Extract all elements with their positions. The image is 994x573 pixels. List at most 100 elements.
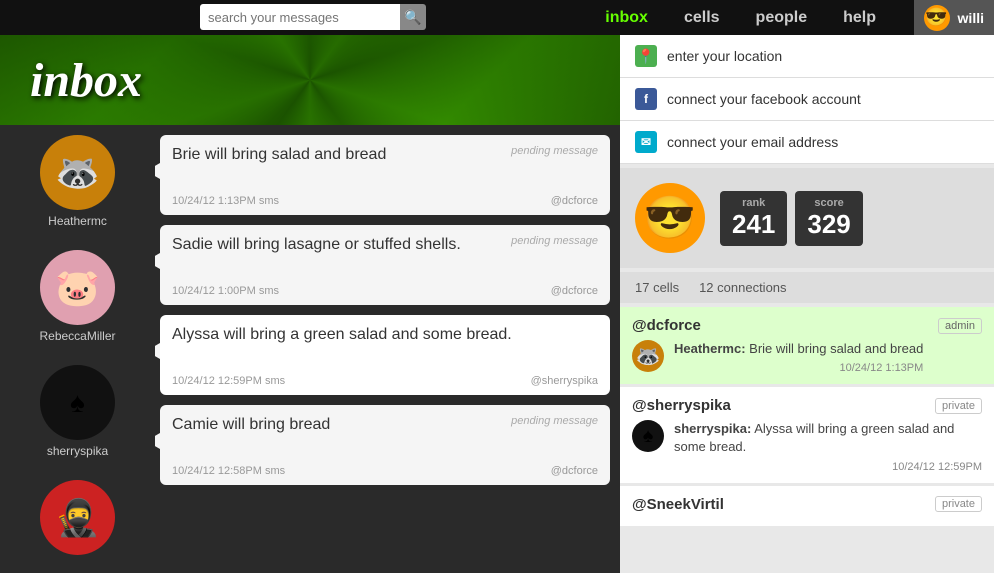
- msg-time-4: 10/24/12 12:58PM sms: [172, 465, 285, 477]
- cell-dcforce-body: Brie will bring salad and bread: [749, 341, 923, 356]
- connect-section: 📍 enter your location f connect your fac…: [620, 35, 994, 164]
- msg-footer-3: 10/24/12 12:59PM sms @sherryspika: [172, 375, 598, 387]
- nav-people[interactable]: people: [738, 0, 826, 35]
- cell-dcforce-badge: admin: [938, 318, 982, 334]
- score-label: score: [807, 197, 850, 209]
- nav-cells[interactable]: cells: [666, 0, 738, 35]
- connect-facebook[interactable]: f connect your facebook account: [620, 78, 994, 121]
- msg-author-3: @sherryspika: [531, 375, 598, 387]
- msg-text-3: Alyssa will bring a green salad and some…: [172, 325, 590, 346]
- avatar-sherryspika[interactable]: ♠ sherryspika: [40, 365, 115, 458]
- facebook-icon: f: [635, 88, 657, 110]
- avatar-rebeccamiller[interactable]: 🐷 RebeccaMiller: [39, 250, 115, 343]
- search-container: 🔍: [200, 4, 426, 30]
- nav-links: inbox cells people help: [587, 0, 894, 35]
- avatar-label-sherryspika: sherryspika: [47, 444, 108, 458]
- search-input[interactable]: [200, 4, 400, 30]
- rank-value: 241: [732, 209, 775, 240]
- score-box: score 329: [795, 191, 862, 246]
- msg-time-1: 10/24/12 1:13PM sms: [172, 195, 279, 207]
- cell-sneekvirtil-header: @SneekVirtil private: [632, 496, 982, 513]
- avatar-ninja[interactable]: 🥷: [40, 480, 115, 559]
- cell-sherryspika-message: sherryspika: Alyssa will bring a green s…: [674, 420, 982, 472]
- msg-header-1: Brie will bring salad and bread pending …: [172, 145, 598, 166]
- connect-email-label: connect your email address: [667, 134, 838, 150]
- cell-sherryspika-sender: sherryspika:: [674, 421, 751, 436]
- inbox-banner: inbox: [0, 35, 620, 125]
- cell-sherryspika-avatar: ♠: [632, 420, 664, 452]
- rank-label: rank: [732, 197, 775, 209]
- msg-header-3: Alyssa will bring a green salad and some…: [172, 325, 598, 346]
- msg-time-2: 10/24/12 1:00PM sms: [172, 285, 279, 297]
- nav-help[interactable]: help: [825, 0, 894, 35]
- cell-dcforce-timestamp: 10/24/12 1:13PM: [674, 362, 923, 374]
- nav-inbox[interactable]: inbox: [587, 0, 666, 35]
- avatar-image-heathermc: 🦝: [40, 135, 115, 210]
- msg-author-1: @dcforce: [551, 195, 598, 207]
- msg-status-2: pending message: [511, 235, 598, 247]
- avatar-heathermc[interactable]: 🦝 Heathermc: [40, 135, 115, 228]
- rank-box: rank 241: [720, 191, 787, 246]
- cell-sneekvirtil[interactable]: @SneekVirtil private: [620, 486, 994, 526]
- cell-sherryspika-header: @sherryspika private: [632, 397, 982, 414]
- search-button[interactable]: 🔍: [400, 4, 426, 30]
- messages-container: 🦝 Heathermc 🐷 RebeccaMiller ♠ sherryspik…: [0, 125, 620, 573]
- score-value: 329: [807, 209, 850, 240]
- msg-footer-4: 10/24/12 12:58PM sms @dcforce: [172, 465, 598, 477]
- connect-location[interactable]: 📍 enter your location: [620, 35, 994, 78]
- avatar-label-heathermc: Heathermc: [48, 214, 107, 228]
- msg-status-1: pending message: [511, 145, 598, 157]
- cell-sherryspika[interactable]: @sherryspika private ♠ sherryspika: Alys…: [620, 387, 994, 482]
- top-nav: 🔍 inbox cells people help 😎 willi: [0, 0, 994, 35]
- connections-count: 12 connections: [699, 280, 786, 295]
- location-icon: 📍: [635, 45, 657, 67]
- cell-sherryspika-badge: private: [935, 398, 982, 414]
- cell-sherryspika-text: sherryspika: Alyssa will bring a green s…: [674, 420, 982, 456]
- cell-sneekvirtil-badge: private: [935, 496, 982, 512]
- user-area[interactable]: 😎 willi: [914, 0, 994, 35]
- msg-footer-1: 10/24/12 1:13PM sms @dcforce: [172, 195, 598, 207]
- profile-section: 😎 rank 241 score 329: [620, 168, 994, 268]
- user-name: willi: [958, 10, 984, 26]
- right-panel: 📍 enter your location f connect your fac…: [620, 35, 994, 573]
- user-avatar: 😎: [924, 5, 950, 31]
- profile-bottom: 17 cells 12 connections: [620, 272, 994, 303]
- cell-dcforce-handle: @dcforce: [632, 317, 701, 334]
- avatar-image-sherryspika: ♠: [40, 365, 115, 440]
- cell-dcforce-text: Heathermc: Brie will bring salad and bre…: [674, 340, 923, 358]
- cell-dcforce-sender: Heathermc:: [674, 341, 746, 356]
- cell-sherryspika-content: ♠ sherryspika: Alyssa will bring a green…: [632, 420, 982, 472]
- msg-time-3: 10/24/12 12:59PM sms: [172, 375, 285, 387]
- message-item-2[interactable]: Sadie will bring lasagne or stuffed shel…: [160, 225, 610, 305]
- msg-footer-2: 10/24/12 1:00PM sms @dcforce: [172, 285, 598, 297]
- cell-dcforce-content: 🦝 Heathermc: Brie will bring salad and b…: [632, 340, 982, 374]
- cell-dcforce-message: Heathermc: Brie will bring salad and bre…: [674, 340, 923, 374]
- msg-author-2: @dcforce: [551, 285, 598, 297]
- main-layout: inbox 🦝 Heathermc 🐷 RebeccaMiller ♠ sher…: [0, 35, 994, 573]
- avatar-label-rebeccamiller: RebeccaMiller: [39, 329, 115, 343]
- message-item-3[interactable]: Alyssa will bring a green salad and some…: [160, 315, 610, 395]
- cell-sneekvirtil-handle: @SneekVirtil: [632, 496, 724, 513]
- email-icon: ✉: [635, 131, 657, 153]
- cell-dcforce[interactable]: @dcforce admin 🦝 Heathermc: Brie will br…: [620, 307, 994, 384]
- msg-status-4: pending message: [511, 415, 598, 427]
- msg-author-4: @dcforce: [551, 465, 598, 477]
- avatar-image-rebeccamiller: 🐷: [40, 250, 115, 325]
- connect-facebook-label: connect your facebook account: [667, 91, 861, 107]
- avatar-image-ninja: 🥷: [40, 480, 115, 555]
- connect-email[interactable]: ✉ connect your email address: [620, 121, 994, 164]
- left-panel: inbox 🦝 Heathermc 🐷 RebeccaMiller ♠ sher…: [0, 35, 620, 573]
- messages-list: Brie will bring salad and bread pending …: [155, 125, 620, 573]
- inbox-title: inbox: [30, 53, 142, 108]
- message-item-4[interactable]: Camie will bring bread pending message 1…: [160, 405, 610, 485]
- message-item-1[interactable]: Brie will bring salad and bread pending …: [160, 135, 610, 215]
- profile-stats: rank 241 score 329: [720, 191, 863, 246]
- connect-location-label: enter your location: [667, 48, 782, 64]
- msg-header-2: Sadie will bring lasagne or stuffed shel…: [172, 235, 598, 256]
- cell-dcforce-avatar: 🦝: [632, 340, 664, 372]
- msg-text-2: Sadie will bring lasagne or stuffed shel…: [172, 235, 503, 256]
- msg-text-4: Camie will bring bread: [172, 415, 503, 436]
- profile-avatar: 😎: [635, 183, 705, 253]
- msg-text-1: Brie will bring salad and bread: [172, 145, 503, 166]
- msg-header-4: Camie will bring bread pending message: [172, 415, 598, 436]
